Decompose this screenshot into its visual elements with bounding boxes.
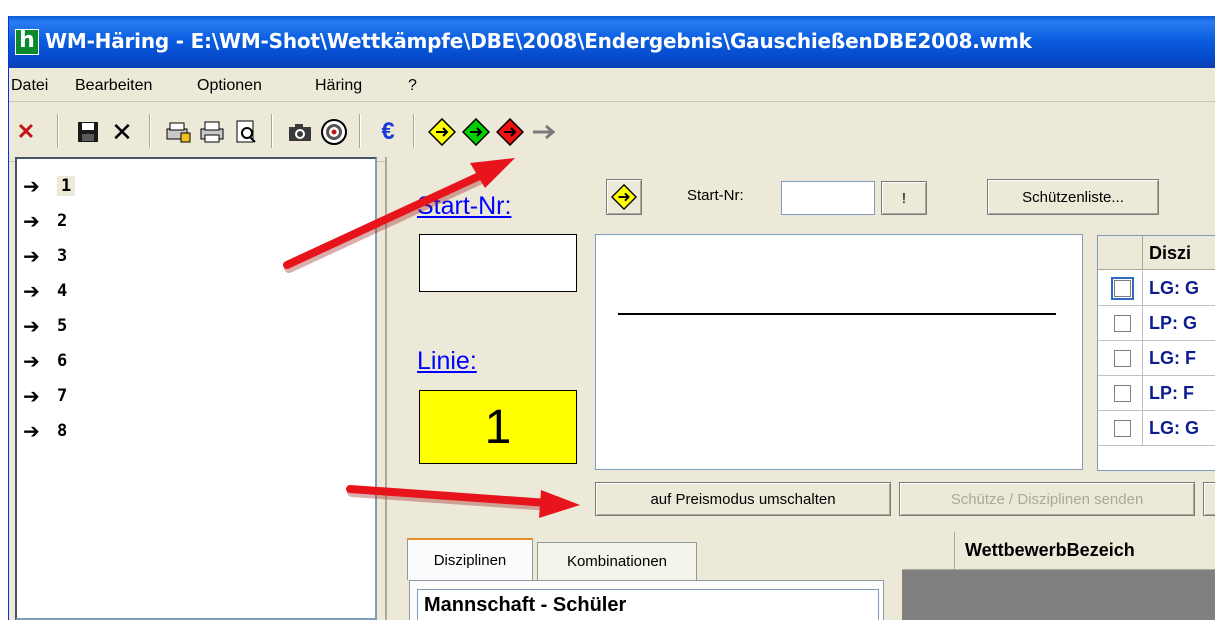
table-row[interactable]: LG: F (1098, 341, 1215, 376)
linie-label[interactable]: Linie: (417, 347, 477, 376)
disziplin-column-header[interactable]: Diszi (1142, 236, 1191, 270)
row-checkbox[interactable] (1111, 277, 1134, 300)
print-setup-icon[interactable] (163, 117, 193, 147)
start-nr-small-label: Start-Nr: (687, 187, 744, 204)
arrow-right-icon: ➔ (23, 419, 40, 443)
table-row[interactable]: LP: G (1098, 306, 1215, 341)
menu-haering[interactable]: Häring (315, 77, 362, 95)
tree-item-7[interactable]: ➔ 7 (23, 379, 67, 413)
app-logo-icon: h (15, 29, 39, 55)
tree-item-6[interactable]: ➔ 6 (23, 344, 67, 378)
table-row[interactable]: LG: G (1098, 271, 1215, 306)
linie-display: 1 (419, 390, 577, 464)
disziplin-cell[interactable]: LG: G (1142, 411, 1199, 446)
green-diamond-arrow-icon[interactable] (461, 117, 491, 147)
menu-bar: Datei Bearbeiten Optionen Häring ? (9, 68, 1215, 102)
red-diamond-arrow-icon[interactable] (495, 117, 525, 147)
tree-item-label: 5 (57, 316, 68, 336)
tree-item-label: 4 (57, 281, 68, 301)
arrow-right-icon: ➔ (23, 279, 40, 303)
tree-item-2[interactable]: ➔ 2 (23, 204, 67, 238)
menu-optionen[interactable]: Optionen (197, 77, 262, 95)
save-disk-icon[interactable] (73, 117, 103, 147)
tab-disziplinen[interactable]: Disziplinen (407, 538, 533, 580)
disziplin-cell[interactable]: LG: F (1142, 341, 1196, 376)
tab-kombinationen[interactable]: Kombinationen (537, 542, 697, 580)
disziplin-cell[interactable]: LP: G (1142, 306, 1197, 341)
menu-datei[interactable]: Datei (11, 77, 48, 95)
tree-item-1[interactable]: ➔ 1 (23, 169, 76, 203)
name-line (618, 313, 1056, 315)
table-row[interactable]: LP: F (1098, 376, 1215, 411)
euro-icon[interactable]: € (373, 117, 403, 147)
arrow-right-icon: ➔ (23, 174, 40, 198)
exclaim-button[interactable]: ! (881, 181, 927, 215)
arrow-right-icon: ➔ (23, 384, 40, 408)
yellow-diamond-arrow-icon[interactable] (427, 117, 457, 147)
tree-item-8[interactable]: ➔ 8 (23, 414, 67, 448)
next-shooter-button[interactable] (606, 179, 642, 215)
menu-help[interactable]: ? (408, 77, 417, 95)
tree-item-label: 1 (57, 176, 76, 196)
row-checkbox[interactable] (1114, 350, 1131, 367)
tree-item-label: 2 (57, 211, 68, 231)
disziplinen-list[interactable]: Mannschaft - Schüler (417, 589, 879, 620)
print-preview-icon[interactable] (231, 117, 261, 147)
list-item[interactable]: Mannschaft - Schüler (424, 594, 626, 616)
shooter-info-panel (595, 234, 1083, 470)
row-checkbox[interactable] (1114, 420, 1131, 437)
row-checkbox[interactable] (1114, 315, 1131, 332)
start-nr-label[interactable]: Start-Nr: (417, 192, 511, 221)
gray-arrow-icon[interactable] (529, 117, 559, 147)
tree-item-5[interactable]: ➔ 5 (23, 309, 67, 343)
tree-item-label: 3 (57, 246, 68, 266)
wettbewerb-grid-header: WettbewerbBezeich (902, 532, 1215, 570)
arrow-right-icon: ➔ (23, 349, 40, 373)
wettbewerb-column-header[interactable]: WettbewerbBezeich (954, 532, 1135, 570)
tree-item-label: 6 (57, 351, 68, 371)
window-title: WM-Häring - E:\WM-Shot\Wettkämpfe\DBE\20… (45, 29, 1032, 53)
disziplin-grid-header: Diszi (1098, 236, 1215, 270)
yellow-diamond-arrow-icon (611, 184, 637, 210)
start-nr-small-input[interactable] (781, 181, 875, 215)
linie-tree[interactable]: ➔ 1 ➔ 2 ➔ 3 ➔ 4 ➔ 5 ➔ 6 ➔ 7 ➔ 8 (15, 157, 377, 620)
printer-icon[interactable] (197, 117, 227, 147)
disziplinen-senden-button: Schütze / Disziplinen senden (899, 482, 1195, 516)
menu-bearbeiten[interactable]: Bearbeiten (75, 77, 152, 95)
arrow-right-icon: ➔ (23, 314, 40, 338)
right-pane: Start-Nr: Linie: 1 Start-Nr: ! Schützenl… (385, 157, 1215, 620)
disziplin-grid[interactable]: Diszi LG: G LP: G LG: F LP: F LG: G (1097, 235, 1215, 471)
arrow-right-icon: ➔ (23, 209, 40, 233)
table-row[interactable]: LG: G (1098, 411, 1215, 446)
cancel-x-icon[interactable]: ✕ (107, 117, 137, 147)
camera-icon[interactable] (285, 117, 315, 147)
preismodus-button[interactable]: auf Preismodus umschalten (595, 482, 891, 516)
target-icon[interactable] (319, 117, 349, 147)
tree-item-4[interactable]: ➔ 4 (23, 274, 67, 308)
toolbar: ✕ ✕ € (9, 102, 1215, 162)
disziplin-cell[interactable]: LP: F (1142, 376, 1194, 411)
disziplin-cell[interactable]: LG: G (1142, 271, 1199, 306)
hidden-button-edge[interactable] (1203, 482, 1215, 516)
tree-item-label: 7 (57, 386, 68, 406)
wettbewerb-grid[interactable]: WettbewerbBezeich (902, 532, 1215, 620)
arrow-right-icon: ➔ (23, 244, 40, 268)
title-bar[interactable]: h WM-Häring - E:\WM-Shot\Wettkämpfe\DBE\… (9, 16, 1215, 68)
schuetzenliste-button[interactable]: Schützenliste... (987, 179, 1159, 215)
tree-item-3[interactable]: ➔ 3 (23, 239, 67, 273)
close-red-x-icon[interactable]: ✕ (11, 117, 41, 147)
start-nr-field[interactable] (419, 234, 577, 292)
row-checkbox[interactable] (1114, 385, 1131, 402)
tree-item-label: 8 (57, 421, 68, 441)
